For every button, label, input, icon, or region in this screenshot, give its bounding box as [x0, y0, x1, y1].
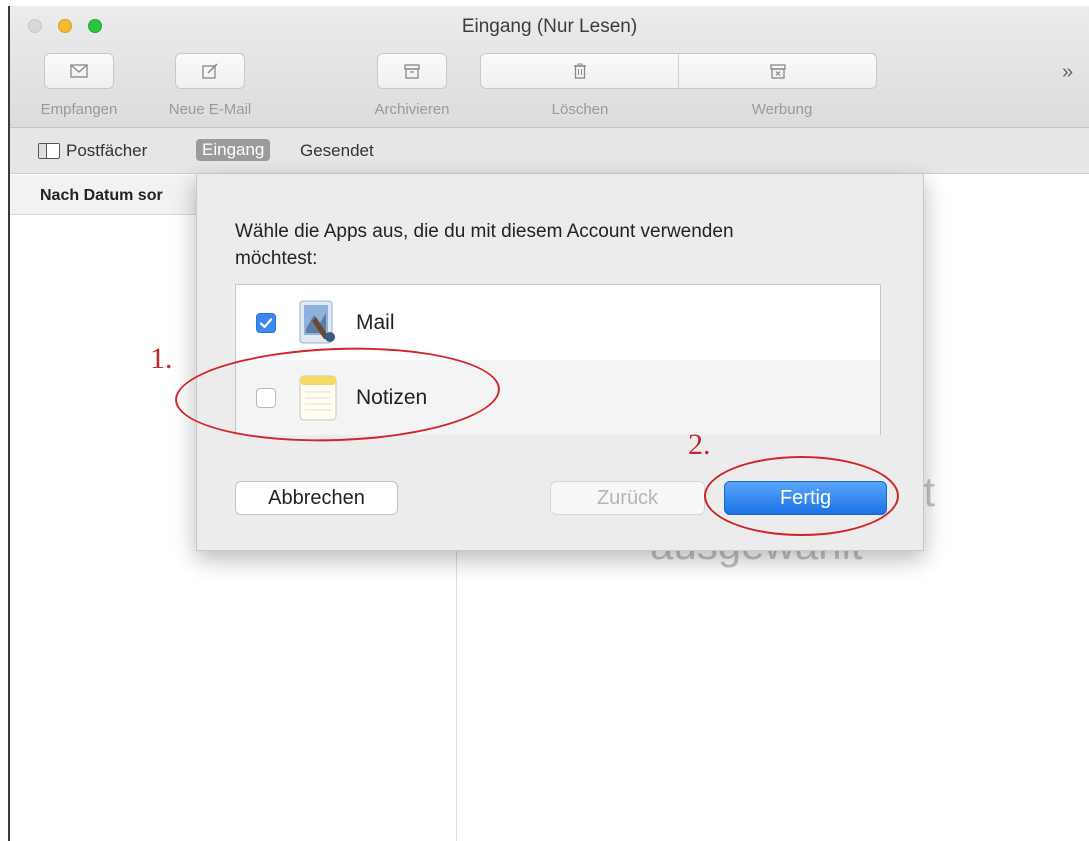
favorites-bar: Postfächer Eingang Gesendet [10, 128, 1089, 174]
delete-junk-segmented-control [480, 53, 877, 89]
toolbar: Eingang (Nur Lesen) Empfangen Neue E-Mai… [10, 6, 1089, 128]
junk-button[interactable] [678, 54, 876, 88]
compose-button[interactable] [175, 53, 245, 89]
sort-header-label: Nach Datum sor [40, 187, 163, 204]
mail-app-name: Mail [356, 310, 395, 334]
receive-button[interactable] [44, 53, 114, 89]
sent-label: Gesendet [300, 141, 374, 160]
junk-label: Werbung [751, 101, 813, 118]
mailboxes-toggle[interactable]: Postfächer [38, 141, 147, 161]
delete-button[interactable] [481, 54, 678, 88]
cancel-button[interactable]: Abbrechen [235, 481, 398, 515]
annotation-step-1: 1. [150, 342, 173, 375]
back-button[interactable]: Zurück [550, 481, 705, 515]
window-title: Eingang (Nur Lesen) [461, 16, 638, 37]
annotation-ellipse-done [704, 456, 899, 536]
compose-label: Neue E-Mail [168, 101, 252, 118]
compose-icon [202, 63, 218, 79]
mail-app-icon [299, 300, 335, 343]
checkmark-icon [259, 317, 273, 328]
archive-box-icon [404, 64, 420, 79]
favorite-sent[interactable]: Gesendet [300, 141, 374, 161]
annotation-step-2: 2. [688, 428, 711, 461]
mail-checkbox[interactable] [256, 312, 276, 333]
archive-button[interactable] [377, 53, 447, 89]
envelope-icon [70, 64, 88, 78]
junk-box-icon [769, 64, 786, 79]
archive-label: Archivieren [374, 101, 450, 118]
sidebar-icon [38, 143, 60, 159]
mail-window: Eingang (Nur Lesen) Empfangen Neue E-Mai… [8, 6, 1089, 841]
sheet-prompt: Wähle die Apps aus, die du mit diesem Ac… [235, 221, 734, 269]
trash-icon [573, 63, 586, 79]
delete-label: Löschen [551, 101, 609, 118]
toolbar-overflow-button[interactable]: » [1062, 61, 1073, 84]
favorite-inbox[interactable]: Eingang [196, 139, 271, 161]
receive-label: Empfangen [40, 101, 118, 118]
inbox-label: Eingang [202, 140, 265, 159]
mailboxes-label: Postfächer [66, 141, 148, 160]
